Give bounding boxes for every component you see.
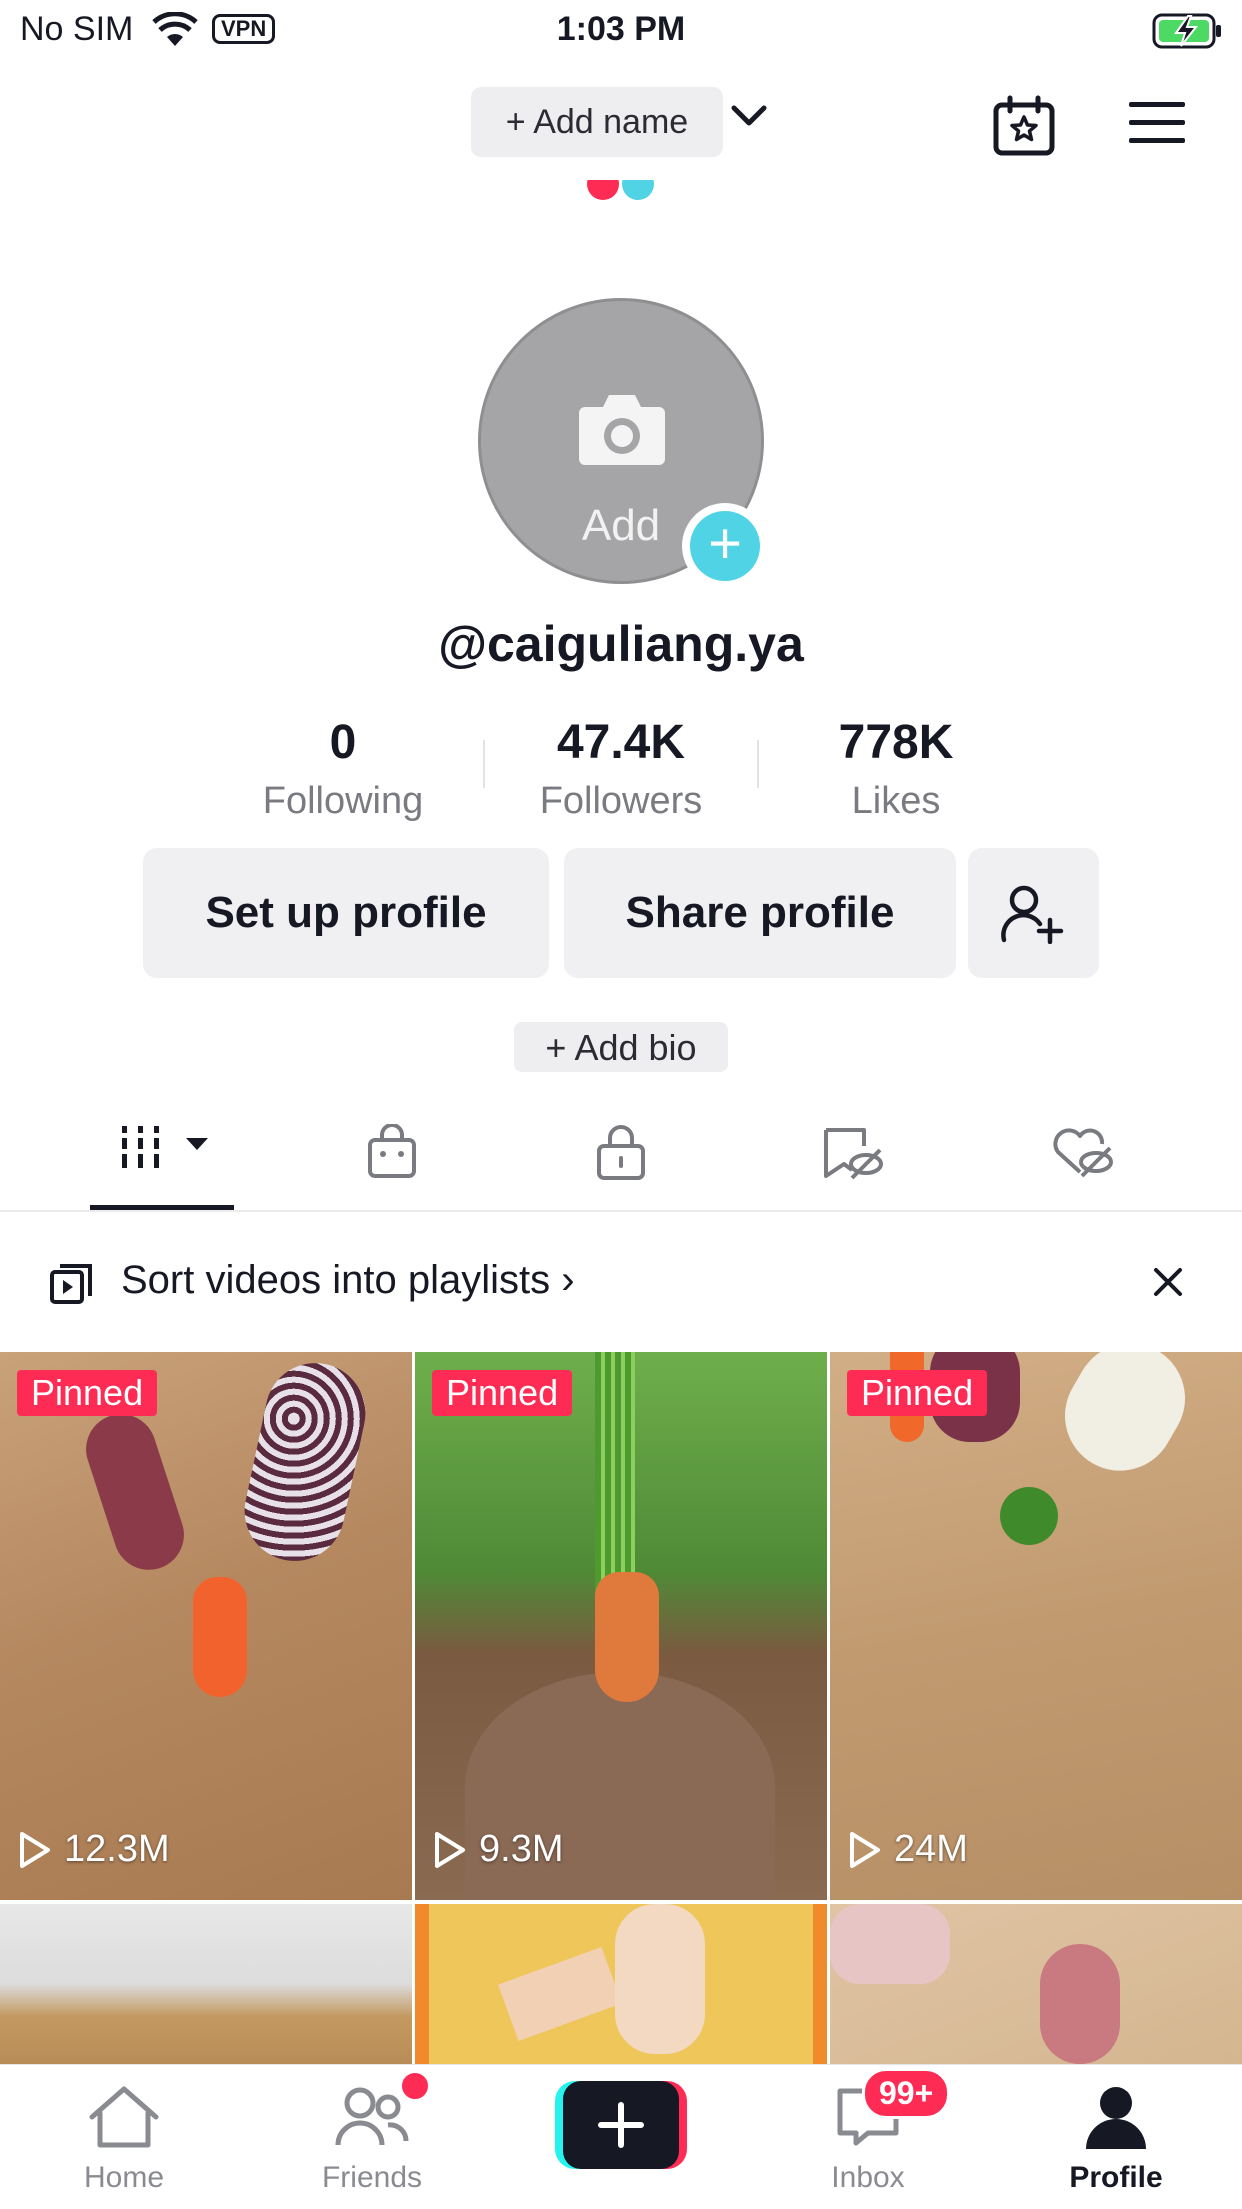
view-count-text: 9.3M — [479, 1828, 564, 1870]
lime-image — [1000, 1487, 1058, 1545]
stat-divider — [483, 740, 485, 788]
video-thumbnail[interactable]: Pinned 12.3M — [0, 1352, 412, 1900]
camera-icon — [579, 395, 665, 465]
plus-icon — [598, 2102, 644, 2148]
video-thumbnail[interactable]: Pinned 24M — [830, 1352, 1242, 1900]
play-icon — [20, 1831, 50, 1868]
stat-following[interactable]: 0 Following — [233, 715, 453, 823]
view-count-text: 12.3M — [64, 1828, 170, 1870]
likes-count: 778K — [838, 716, 954, 769]
bottom-nav: Home Friends Inbox Profile — [0, 2064, 1242, 2209]
view-count: 12.3M — [18, 1828, 170, 1871]
view-count: 9.3M — [433, 1828, 563, 1871]
nav-home[interactable]: Home — [24, 2065, 224, 2209]
play-icon — [850, 1831, 880, 1868]
view-count: 24M — [848, 1828, 968, 1871]
pork-skin-image — [615, 1904, 705, 2054]
videos-grid-icon — [122, 1126, 208, 1168]
profile-icon — [1086, 2087, 1146, 2149]
tabs-divider — [0, 1210, 1242, 1212]
pinned-badge: Pinned — [847, 1370, 988, 1416]
create-button[interactable] — [555, 2081, 687, 2169]
corn-image — [235, 1353, 375, 1571]
nav-home-label: Home — [83, 2161, 165, 2194]
plus-icon: + — [690, 511, 760, 581]
add-bio-button[interactable]: + Add bio — [514, 1022, 728, 1072]
setup-profile-button[interactable]: Set up profile — [143, 848, 549, 978]
caret-down-icon — [186, 1138, 208, 1150]
video-thumbnail[interactable] — [415, 1904, 827, 2064]
meat-image — [1040, 1944, 1120, 2064]
nav-friends[interactable]: Friends — [272, 2065, 472, 2209]
inbox-badge: 99+ — [862, 2068, 951, 2119]
story-indicator-icon — [587, 180, 654, 200]
followers-label: Followers — [539, 780, 703, 822]
video-thumbnail[interactable] — [830, 1904, 1242, 2064]
chevron-down-icon[interactable] — [730, 100, 768, 130]
carrot-image — [193, 1577, 247, 1697]
stat-followers[interactable]: 47.4K Followers — [511, 715, 731, 823]
add-name-button[interactable]: + Add name — [471, 87, 723, 157]
pinned-badge: Pinned — [432, 1370, 573, 1416]
liked-hidden-icon[interactable] — [1050, 1126, 1114, 1180]
followers-count: 47.4K — [556, 716, 686, 769]
video-thumbnail[interactable] — [0, 1904, 412, 2064]
shop-bag-icon[interactable] — [366, 1124, 418, 1180]
nav-friends-label: Friends — [321, 2161, 423, 2194]
add-avatar-button[interactable]: + — [682, 503, 768, 589]
hamburger-menu-icon[interactable] — [1127, 100, 1187, 146]
stat-divider — [757, 740, 759, 788]
nav-profile[interactable]: Profile — [1016, 2065, 1216, 2209]
playlist-banner-link[interactable]: Sort videos into playlists › — [121, 1258, 575, 1303]
meat-image — [76, 1405, 194, 1579]
add-person-icon — [1001, 885, 1064, 944]
battery-charging-icon — [1152, 13, 1221, 49]
pinned-badge: Pinned — [17, 1370, 158, 1416]
playlist-icon — [50, 1264, 92, 1304]
saved-hidden-icon[interactable] — [822, 1126, 884, 1182]
notification-dot — [399, 2070, 431, 2102]
following-label: Following — [262, 780, 424, 822]
play-icon — [435, 1831, 465, 1868]
view-count-text: 24M — [894, 1828, 968, 1870]
tab-videos[interactable] — [118, 1120, 218, 1190]
home-icon — [89, 2086, 159, 2148]
username: @caiguliang.ya — [438, 616, 804, 672]
add-friend-button[interactable] — [968, 848, 1099, 978]
nav-profile-label: Profile — [1069, 2161, 1163, 2194]
carrot-image — [595, 1572, 659, 1702]
status-bar: No SIM VPN 1:03 PM — [0, 0, 1242, 64]
video-thumbnail[interactable]: Pinned 9.3M — [415, 1352, 827, 1900]
lotus-root-image — [1044, 1352, 1206, 1491]
clock: 1:03 PM — [556, 10, 686, 48]
nav-inbox-label: Inbox — [831, 2161, 905, 2194]
private-lock-icon[interactable] — [596, 1124, 646, 1182]
close-icon[interactable] — [1150, 1264, 1186, 1300]
calendar-star-icon[interactable] — [992, 95, 1056, 157]
following-count: 0 — [329, 716, 357, 769]
share-profile-button[interactable]: Share profile — [564, 848, 956, 978]
carrot-greens-image — [595, 1352, 635, 1592]
stat-likes[interactable]: 778K Likes — [786, 715, 1006, 823]
likes-label: Likes — [851, 780, 941, 822]
meat-image — [830, 1904, 950, 1984]
